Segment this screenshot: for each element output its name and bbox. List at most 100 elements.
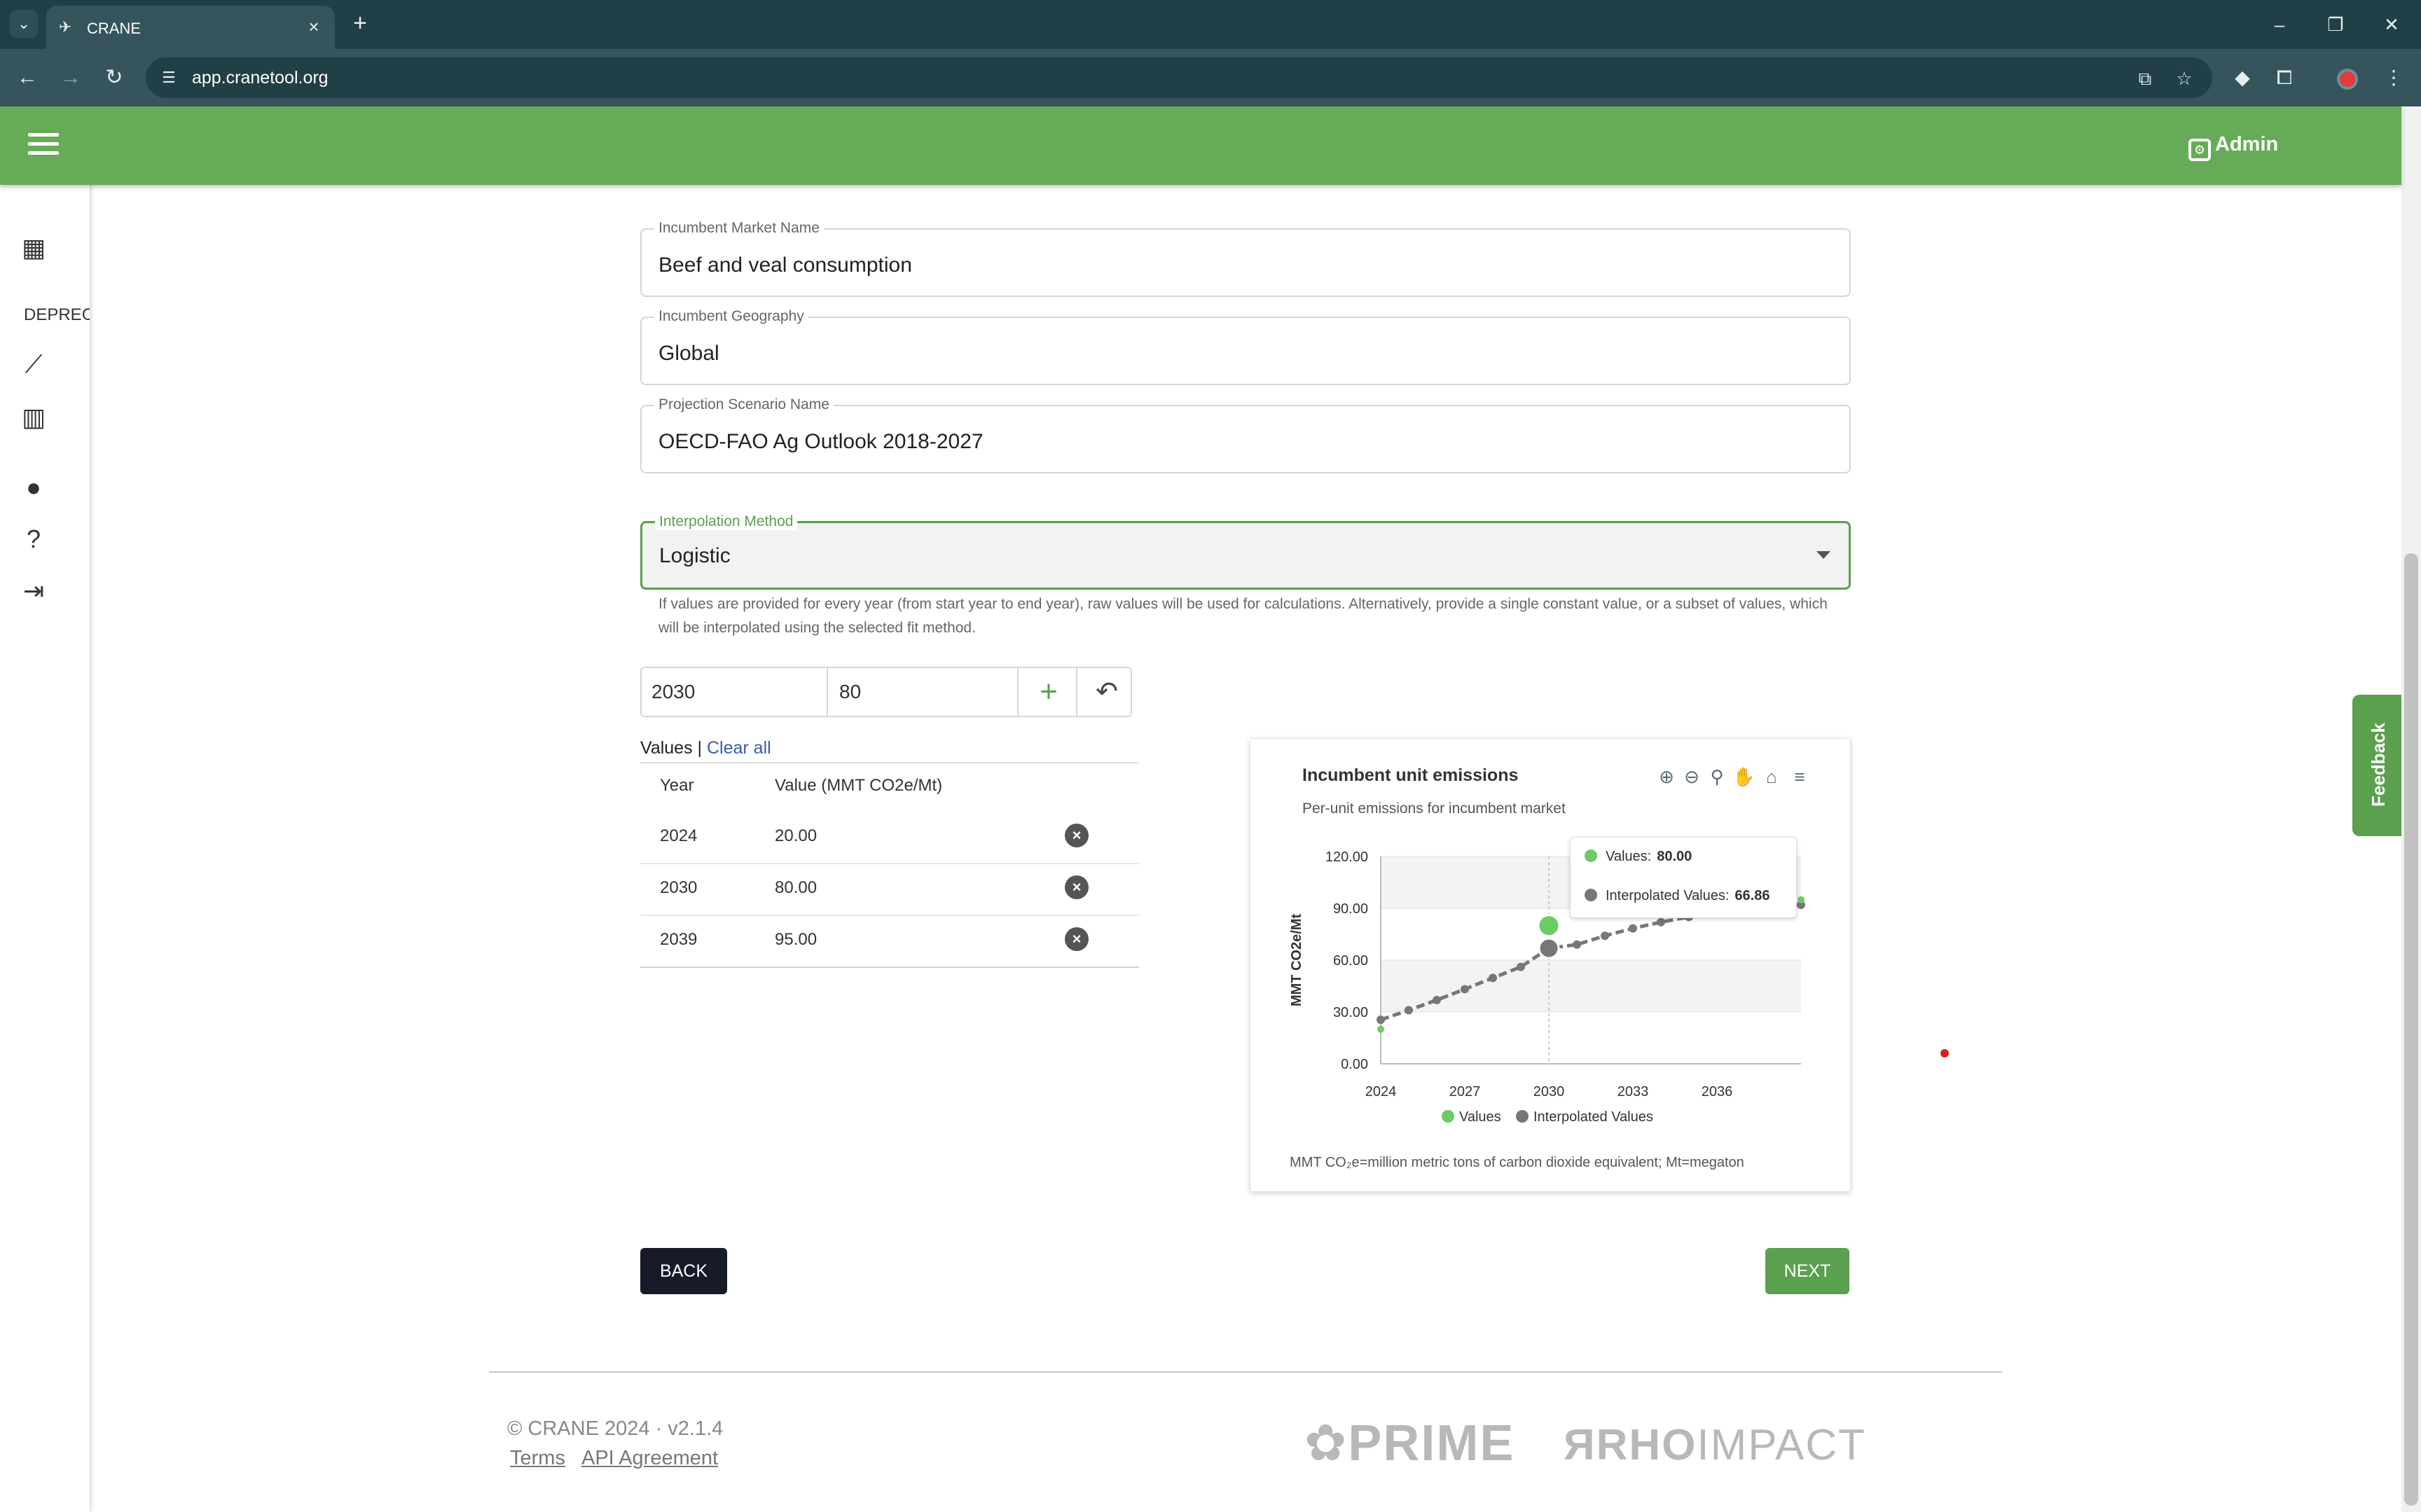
restore-icon[interactable]: ❐ [2315,7,2357,42]
undo-icon[interactable]: ↶ [1087,672,1126,712]
remove-row-icon[interactable]: × [1065,927,1089,951]
scenario-name-label: Projection Scenario Name [654,396,834,413]
tune-icon[interactable]: ☰ [158,67,179,88]
url-text[interactable]: app.cranetool.org [192,68,329,88]
values-point[interactable] [1537,914,1561,938]
reload-icon[interactable]: ↻ [98,62,130,94]
admin-settings-icon: ⚙ [2188,139,2211,161]
api-agreement-link[interactable]: API Agreement [581,1447,718,1470]
add-value-icon[interactable]: + [1031,672,1066,712]
market-name-value[interactable]: Beef and veal consumption [658,254,912,277]
tooltip-values-value: 80.00 [1657,849,1692,864]
tooltip-interp-label: Interpolated Values: [1606,888,1730,903]
values-point[interactable] [1798,896,1805,903]
interpolation-method-value[interactable]: Logistic [659,544,731,568]
window-close-icon[interactable]: ✕ [2371,7,2413,42]
minimize-icon[interactable]: – [2258,7,2301,42]
y-tick-label: 90.00 [1333,901,1368,917]
profile-avatar[interactable] [2337,69,2358,90]
terms-link[interactable]: Terms [510,1447,565,1470]
interpolated-point[interactable] [1461,985,1469,994]
cursor-marker [1940,1049,1949,1057]
browser-tab[interactable]: ✈ CRANE × [46,6,335,49]
app-header: ⚙ Admin [0,106,2401,185]
values-point[interactable] [1377,1025,1384,1033]
bar-chart-icon[interactable]: ▥ [18,402,49,433]
scrollbar-thumb[interactable] [2404,553,2418,1506]
close-icon[interactable]: × [303,15,325,38]
x-tick-label: 2030 [1533,1084,1565,1100]
interpolated-point[interactable] [1517,962,1525,971]
value-entry-row: 2030 80 + ↶ [640,667,1132,717]
browser-tab-bar: ⌄ ✈ CRANE × + – ❐ ✕ [0,0,2421,49]
x-tick-label: 2033 [1618,1084,1649,1100]
interpolated-point[interactable] [1405,1006,1413,1015]
y-tick-label: 30.00 [1333,1005,1368,1020]
row-value: 20.00 [775,826,818,845]
interpolated-point[interactable] [1657,917,1665,927]
values-dot-icon [1585,849,1597,862]
interpolated-point[interactable] [1538,937,1560,959]
install-app-icon[interactable]: ⧉ [2131,64,2159,92]
row-year: 2039 [660,930,698,949]
remove-row-icon[interactable]: × [1065,875,1089,899]
chart-plot[interactable]: MMT CO2e/Mt 0.00 30.00 60.00 90.00 120.00 20… [1250,739,1851,1193]
row-value: 80.00 [775,878,818,897]
interpolated-point[interactable] [1629,924,1637,933]
dropdown-caret-icon[interactable] [1816,551,1830,559]
scenario-name-value[interactable]: OECD-FAO Ag Outlook 2018-2027 [658,430,984,454]
geography-label: Incumbent Geography [654,308,808,325]
interpolated-dot-icon [1585,889,1597,901]
hamburger-menu-icon[interactable] [28,133,59,157]
chevron-down-icon[interactable]: ⌄ [10,10,38,38]
prime-logo-text: PRIME [1348,1415,1515,1471]
new-tab-icon[interactable]: + [346,10,374,38]
arrow-left-icon[interactable]: ← [11,62,43,94]
footer-divider [489,1371,2002,1373]
market-name-field[interactable]: Incumbent Market Name Beef and veal cons… [640,220,1851,297]
remove-row-icon[interactable]: × [1065,824,1089,847]
legend-interpolated-label[interactable]: Interpolated Values [1533,1109,1653,1125]
url-bar[interactable]: ☰ app.cranetool.org ⧉ ☆ [146,57,2212,98]
logout-icon[interactable]: ⇥ [18,576,49,606]
value-input[interactable]: 80 [839,681,861,703]
admin-link[interactable]: ⚙ Admin [2188,133,2278,161]
interpolated-point[interactable] [1573,940,1581,949]
column-header-year: Year [660,776,694,795]
help-circle-icon[interactable]: ? [18,524,49,555]
tooltip-values-row: Values: 80.00 [1585,849,1692,865]
market-name-label: Incumbent Market Name [654,220,824,237]
y-axis-label: MMT CO2e/Mt [1289,914,1304,1007]
interpolation-method-select[interactable]: Interpolation Method Logistic [640,513,1851,590]
back-button[interactable]: BACK [640,1248,727,1294]
trend-line-icon[interactable]: ⟋ [18,349,49,380]
row-divider [640,863,1139,864]
feedback-tab[interactable]: Feedback [2352,695,2401,836]
arrow-right-icon[interactable]: → [55,62,87,94]
person-icon[interactable]: ● [18,472,49,503]
chart-footnote: MMT CO₂e=million metric tons of carbon d… [1290,1155,1744,1170]
legend-values-label[interactable]: Values [1459,1109,1501,1125]
menu-kebab-icon[interactable]: ⋮ [2378,62,2410,94]
interpolated-point[interactable] [1433,995,1441,1004]
scenario-name-field[interactable]: Projection Scenario Name OECD-FAO Ag Out… [640,396,1851,473]
table-icon[interactable]: ▦ [18,233,49,263]
tooltip-interp-row: Interpolated Values: 66.86 [1585,888,1770,904]
y-tick-label: 60.00 [1333,953,1368,969]
geography-value[interactable]: Global [658,342,719,366]
interpolated-point[interactable] [1377,1015,1385,1025]
interpolated-point[interactable] [1489,973,1497,983]
clear-all-link[interactable]: Clear all [707,738,771,758]
interpolated-point[interactable] [1601,931,1609,941]
legend-interpolated-marker[interactable] [1516,1110,1529,1123]
puzzle-icon[interactable]: ⧠ [2268,62,2301,94]
next-button[interactable]: NEXT [1765,1248,1849,1294]
legend-values-marker[interactable] [1442,1110,1454,1123]
entry-divider [1017,668,1019,716]
year-input[interactable]: 2030 [651,681,695,703]
values-heading-label: Values [640,738,693,758]
star-icon[interactable]: ☆ [2170,64,2198,92]
geography-field[interactable]: Incumbent Geography Global [640,308,1851,385]
extension-badge-icon[interactable]: ◆ [2226,62,2258,94]
rhoimpact-logo-impact: IMPACT [1697,1421,1866,1469]
